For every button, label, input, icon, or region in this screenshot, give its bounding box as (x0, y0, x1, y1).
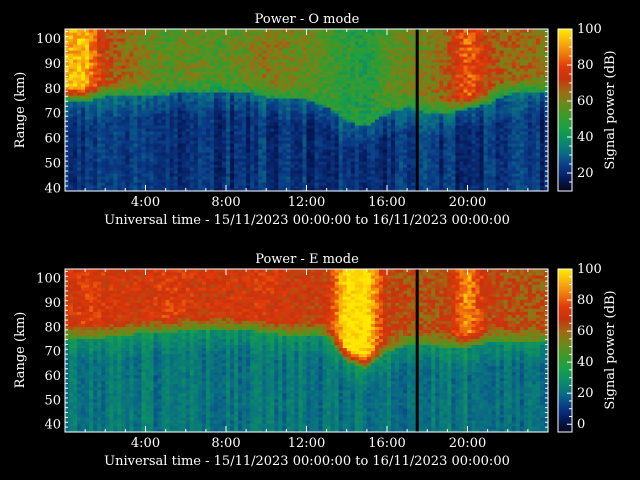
heatmap-cell (77, 29, 82, 33)
heatmap-cell (153, 29, 159, 33)
chart-panel-o-mode: Power - O mode 4:00 8:00 12:00 16:00 20:00 4… (13, 12, 618, 228)
heatmap-cell (411, 29, 416, 33)
heatmap-cell (374, 29, 380, 33)
heatmap-cell (125, 29, 131, 33)
heatmap-cell (169, 29, 175, 33)
heatmap-cell (157, 29, 163, 33)
heatmap-cell (258, 29, 263, 33)
heatmap-cell (177, 29, 183, 33)
heatmap-cell (318, 29, 324, 33)
heatmap-cell (254, 29, 259, 33)
heatmap-cell (338, 29, 344, 33)
heatmap-cell (350, 29, 356, 33)
heatmap-cell (73, 29, 78, 33)
heatmap-cell (354, 29, 360, 33)
heatmap-cell (113, 29, 118, 33)
heatmap-cell (149, 29, 155, 33)
chart-title-o-mode: Power - O mode (255, 12, 360, 27)
heatmap-cell (217, 29, 223, 33)
heatmap-cell (274, 29, 279, 33)
heatmap-cell (97, 29, 102, 33)
heatmap-cell (306, 29, 312, 33)
heatmap-cell (427, 29, 432, 33)
heatmap-cell (370, 29, 376, 33)
heatmap-cell (173, 29, 179, 33)
heatmap-cell (69, 29, 74, 33)
heatmap-cell (185, 29, 191, 33)
heatmap-cell (290, 29, 296, 33)
heatmap-cell (399, 29, 404, 33)
heatmap-cell (230, 29, 235, 33)
heatmap-cell (310, 29, 316, 33)
heatmap-cell (391, 29, 396, 33)
heatmap-cell (137, 29, 143, 33)
heatmap-cell (266, 29, 271, 33)
heatmap-cell (330, 29, 336, 33)
heatmap-cell (165, 29, 171, 33)
heatmap-cell (65, 29, 70, 33)
heatmap-cell (145, 29, 151, 33)
heatmap-cell (189, 29, 195, 33)
heatmap-cell (209, 29, 215, 33)
heatmap-cell (193, 29, 199, 33)
heatmap-cell (378, 29, 384, 33)
heatmap-cell (129, 29, 135, 33)
heatmap-cell (387, 29, 392, 33)
heatmap-cell (286, 29, 292, 33)
heatmap-cell (326, 29, 332, 33)
heatmap-cell (270, 29, 275, 33)
heatmap-cell (89, 29, 94, 33)
heatmap-cell (117, 29, 122, 33)
heatmap-cell (109, 29, 114, 33)
heatmap-cell (407, 29, 412, 33)
heatmap-cell (250, 29, 255, 33)
heatmap-cell (246, 29, 251, 33)
heatmap-cell (294, 29, 300, 33)
heatmap-cell (314, 29, 320, 33)
heatmap-cell (226, 29, 231, 33)
radar-plot-figure: Power - O mode 4:00 8:00 12:00 16:00 20:00 4… (13, 12, 618, 469)
heatmap-cell (395, 29, 400, 33)
heatmap-cell (298, 29, 304, 33)
heatmap-cell (213, 29, 219, 33)
heatmap-cell (419, 29, 424, 33)
heatmap-cell (105, 29, 110, 33)
heatmap-cell (238, 29, 243, 33)
heatmap-cell (85, 29, 90, 33)
heatmap-cell (234, 29, 239, 33)
heatmap-cell (358, 29, 364, 33)
heatmap-cell (334, 29, 340, 33)
heatmap-o-mode (64, 28, 549, 192)
heatmap-cell (366, 29, 372, 33)
heatmap-cell (346, 29, 352, 33)
heatmap-cell (205, 29, 211, 33)
heatmap-cell (133, 29, 139, 33)
heatmap-cell (431, 29, 436, 33)
heatmap-cell (93, 29, 98, 33)
heatmap-cell (197, 29, 203, 33)
heatmap-cell (278, 29, 283, 33)
